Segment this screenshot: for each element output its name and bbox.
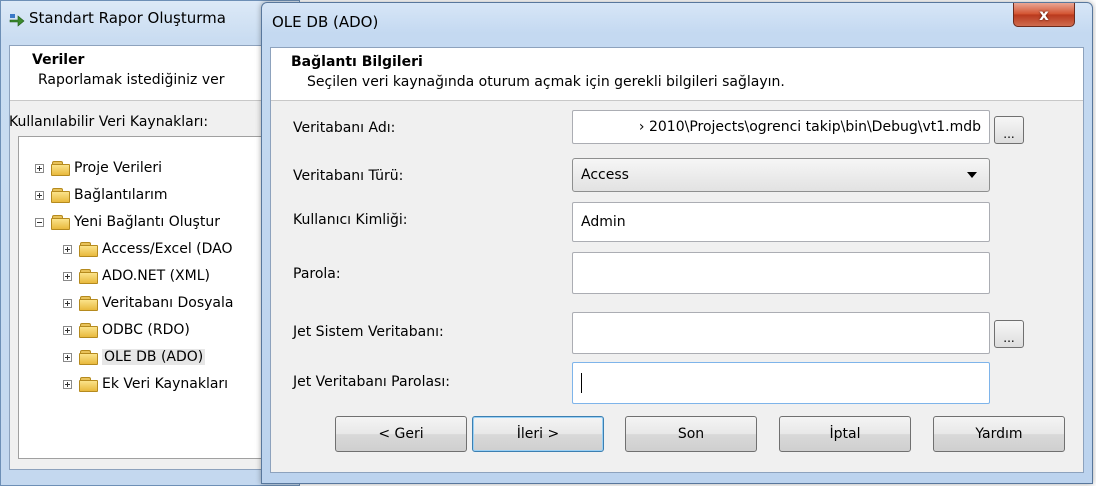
tree-item-label: Veritabanı Dosyala — [102, 295, 234, 311]
database-type-select[interactable]: Access — [572, 158, 990, 192]
cancel-button[interactable]: İptal — [779, 416, 911, 452]
tree-item-ole-db[interactable]: OLE DB (ADO) — [63, 346, 206, 368]
background-wizard-window: Standart Rapor Oluşturma Veriler Raporla… — [0, 0, 300, 486]
ellipsis-icon: ... — [1003, 127, 1015, 141]
tree-item-label: Yeni Bağlantı Oluştur — [74, 214, 220, 230]
tree-item-label: Bağlantılarım — [74, 187, 168, 203]
folder-icon — [51, 214, 71, 230]
cancel-button-label: İptal — [829, 426, 861, 442]
finish-button[interactable]: Son — [625, 416, 757, 452]
tree-item-my-connections[interactable]: Bağlantılarım — [35, 184, 168, 206]
folder-icon — [79, 376, 99, 392]
tree-item-label: OLE DB (ADO) — [102, 349, 206, 365]
user-id-value: Admin — [581, 214, 626, 230]
help-button[interactable]: Yardım — [933, 416, 1065, 452]
database-type-value: Access — [581, 167, 629, 183]
tree-item-access-excel[interactable]: Access/Excel (DAO — [63, 238, 233, 260]
dialog-title: OLE DB (ADO) — [272, 13, 379, 31]
text-caret — [581, 373, 582, 393]
jet-system-db-browse-button[interactable]: ... — [994, 320, 1024, 348]
expand-icon[interactable] — [35, 163, 44, 173]
expand-icon[interactable] — [35, 190, 44, 200]
tree-item-create-new-connection[interactable]: Yeni Bağlantı Oluştur — [35, 211, 220, 233]
folder-icon — [51, 160, 71, 176]
folder-icon — [79, 268, 99, 284]
dialog-header-title: Bağlantı Bilgileri — [291, 54, 423, 70]
wizard-app-icon — [9, 14, 25, 27]
background-header-title: Veriler — [32, 52, 85, 68]
expand-icon[interactable] — [63, 379, 72, 389]
next-button-label: İleri > — [516, 426, 560, 442]
jet-system-db-input[interactable] — [572, 312, 990, 354]
tree-item-label: Ek Veri Kaynakları — [102, 376, 229, 392]
database-name-value: › 2010\Projects\ogrenci takip\bin\Debug\… — [638, 119, 981, 135]
tree-item-odbc[interactable]: ODBC (RDO) — [63, 319, 190, 341]
collapse-icon[interactable] — [35, 217, 44, 227]
background-header: Veriler Raporlamak istediğiniz ver — [10, 46, 296, 101]
dialog-header: Bağlantı Bilgileri Seçilen veri kaynağın… — [271, 48, 1083, 101]
data-sources-tree[interactable]: Proje Verileri Bağlantılarım Yeni Bağlan… — [18, 136, 296, 459]
dialog-header-subtitle: Seçilen veri kaynağında oturum açmak içi… — [307, 74, 785, 90]
finish-button-label: Son — [677, 426, 705, 442]
jet-db-password-input[interactable] — [572, 362, 990, 404]
tree-item-label: Access/Excel (DAO — [102, 241, 233, 257]
user-id-input[interactable]: Admin — [572, 202, 990, 242]
close-button[interactable]: x — [1013, 3, 1075, 27]
folder-icon — [79, 349, 99, 365]
password-input[interactable] — [572, 252, 990, 294]
folder-icon — [79, 322, 99, 338]
user-id-label: Kullanıcı Kimliği: — [293, 212, 408, 228]
next-button[interactable]: İleri > — [472, 416, 604, 452]
close-icon: x — [1039, 5, 1049, 24]
help-button-label: Yardım — [975, 426, 1023, 442]
available-sources-label: Kullanılabilir Veri Kaynakları: — [9, 114, 209, 130]
expand-icon[interactable] — [63, 352, 72, 362]
folder-icon — [79, 241, 99, 257]
tree-item-label: ADO.NET (XML) — [102, 268, 210, 284]
password-label: Parola: — [293, 266, 341, 282]
tree-item-additional-sources[interactable]: Ek Veri Kaynakları — [63, 373, 228, 395]
database-name-label: Veritabanı Adı: — [293, 120, 396, 136]
tree-item-label: ODBC (RDO) — [102, 322, 190, 338]
expand-icon[interactable] — [63, 298, 72, 308]
ole-db-dialog: OLE DB (ADO) x Bağlantı Bilgileri Seçile… — [261, 2, 1093, 484]
database-browse-button[interactable]: ... — [994, 116, 1024, 144]
dialog-client: Bağlantı Bilgileri Seçilen veri kaynağın… — [270, 47, 1084, 473]
tree-item-project-data[interactable]: Proje Verileri — [35, 157, 162, 179]
back-button[interactable]: < Geri — [335, 416, 467, 452]
expand-icon[interactable] — [63, 271, 72, 281]
expand-icon[interactable] — [63, 244, 72, 254]
background-window-title: Standart Rapor Oluşturma — [29, 9, 226, 27]
database-name-input[interactable]: › 2010\Projects\ogrenci takip\bin\Debug\… — [572, 110, 990, 144]
background-window-client: Veriler Raporlamak istediğiniz ver Kulla… — [9, 45, 297, 470]
tree-item-database-files[interactable]: Veritabanı Dosyala — [63, 292, 233, 314]
folder-icon — [51, 187, 71, 203]
jet-system-db-label: Jet Sistem Veritabanı: — [293, 324, 444, 340]
ellipsis-icon: ... — [1003, 331, 1015, 345]
folder-icon — [79, 295, 99, 311]
tree-item-ado-net[interactable]: ADO.NET (XML) — [63, 265, 210, 287]
chevron-down-icon — [967, 172, 977, 178]
background-header-subtitle: Raporlamak istediğiniz ver — [38, 72, 225, 88]
database-type-label: Veritabanı Türü: — [293, 168, 404, 184]
tree-item-label: Proje Verileri — [74, 160, 163, 176]
back-button-label: < Geri — [378, 426, 424, 442]
expand-icon[interactable] — [63, 325, 72, 335]
jet-db-password-label: Jet Veritabanı Parolası: — [293, 374, 450, 390]
